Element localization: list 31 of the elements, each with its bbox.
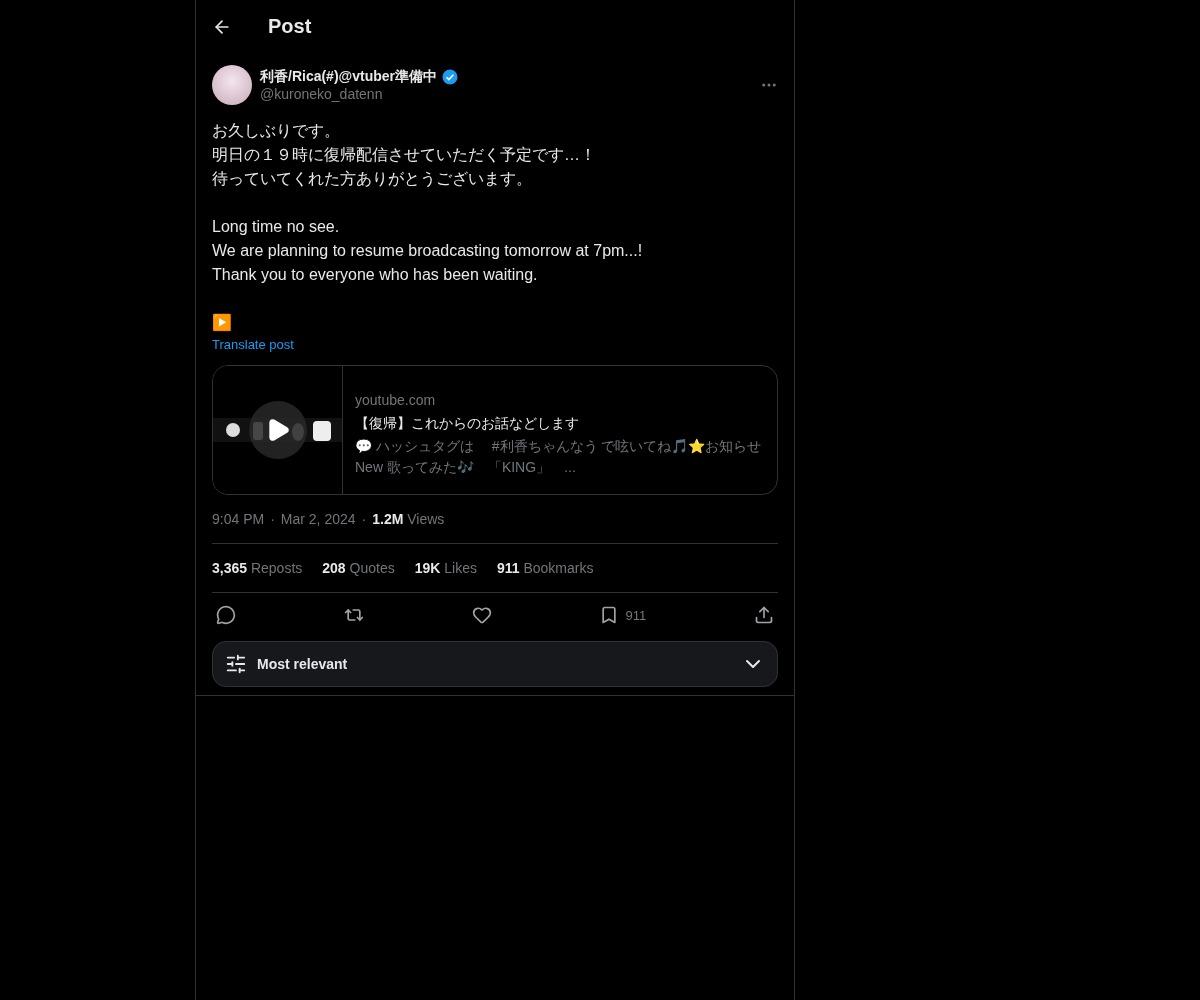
- card-domain: youtube.com: [355, 391, 437, 410]
- heart-icon[interactable]: [471, 605, 492, 625]
- post-text: 待っていてくれた方ありがとうございます。: [212, 169, 532, 189]
- view-count: 1.2M Views: [372, 511, 445, 527]
- post-date[interactable]: Mar 2, 2024: [280, 511, 356, 527]
- post-text: 明日の１９時に復帰配信させていただく予定です…！: [212, 145, 596, 165]
- separator-dot: ·: [270, 511, 275, 527]
- stat-link[interactable]: 208 Quotes: [322, 560, 395, 576]
- post-time[interactable]: 9:04 PM: [212, 511, 265, 527]
- post-text: お久しぶりです。: [212, 121, 340, 141]
- post-text: Thank you to everyone who has been waiting.: [212, 265, 538, 285]
- link-card[interactable]: youtube.com 【復帰】これからのお話などします 💬 ハッシュタグは #利香ちゃんなう で呟いてね🎵⭐お知らせ New 歌ってみた🎶 「KING」 ...: [212, 365, 778, 495]
- post-text: ▶: [212, 312, 232, 333]
- stat-link[interactable]: 19K Likes: [414, 560, 477, 576]
- user-handle[interactable]: @kuroneko_datenn: [260, 86, 752, 102]
- translate-link[interactable]: Translate post: [212, 337, 294, 352]
- separator-dot: ·: [361, 511, 367, 527]
- bookmark-button[interactable]: 911: [599, 605, 647, 625]
- page-title: Post: [268, 15, 312, 38]
- card-title: 【復帰】これからのお話などします: [355, 414, 580, 433]
- card-description: 💬 ハッシュタグは #利香ちゃんなう で呟いてね🎵⭐お知らせ New 歌ってみた🎶 「KING」 ...: [355, 437, 763, 477]
- post-text: We are planning to resume broadcasting tomorrow at 7pm...!: [212, 241, 643, 261]
- share-icon[interactable]: [754, 605, 774, 625]
- stat-link[interactable]: 3,365 Reposts: [212, 560, 303, 576]
- post-text: Long time no see.: [212, 217, 340, 237]
- sliders-icon: [225, 653, 247, 675]
- display-name[interactable]: 利香/Rica(#)@vtuber準備中: [260, 68, 437, 86]
- stat-link[interactable]: 911 Bookmarks: [496, 560, 594, 576]
- reply-icon[interactable]: [216, 605, 236, 625]
- avatar[interactable]: [212, 65, 252, 105]
- sort-dropdown[interactable]: Most relevant: [212, 641, 778, 687]
